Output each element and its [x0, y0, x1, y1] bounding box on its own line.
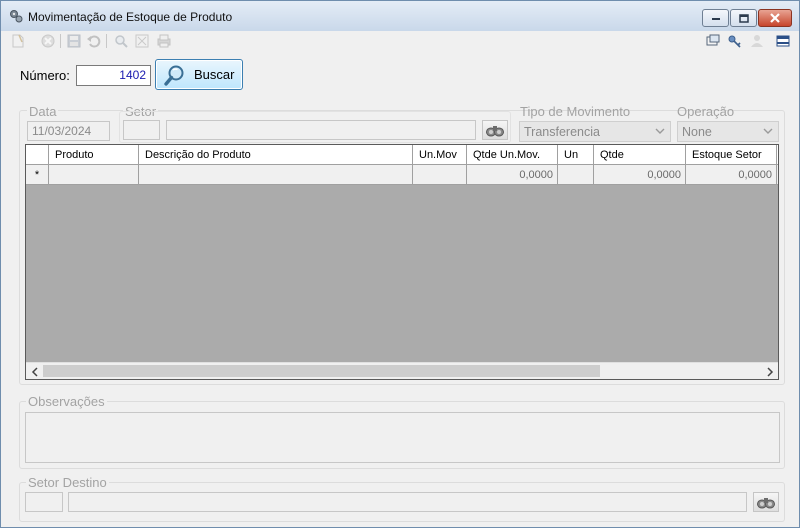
cell-descricao[interactable] [139, 165, 413, 185]
buscar-label: Buscar [194, 67, 235, 82]
expand-icon[interactable] [134, 33, 150, 49]
binoculars-icon [757, 498, 775, 509]
minimize-icon [711, 18, 720, 20]
title-bar[interactable]: Movimentação de Estoque de Produto [1, 1, 799, 31]
setor-destino-lookup-button[interactable] [753, 492, 779, 512]
new-row-marker: * [26, 165, 49, 185]
operacao-select[interactable]: None [677, 121, 779, 142]
tipo-movimento-select[interactable]: Transferencia [519, 121, 671, 142]
setor-destino-code-field[interactable] [25, 492, 63, 512]
setor-lookup-button[interactable] [482, 120, 508, 140]
operacao-value: None [682, 125, 712, 139]
chevron-left-icon [31, 366, 38, 377]
cell-un-mov[interactable] [413, 165, 467, 185]
undo-icon[interactable] [86, 33, 102, 49]
setor-code-field[interactable] [123, 120, 160, 140]
cell-estoque-setor[interactable]: 0,0000 [686, 165, 777, 185]
data-field[interactable]: 11/03/2024 [27, 121, 110, 141]
horizontal-scrollbar[interactable] [26, 362, 778, 379]
column-header-un[interactable]: Un [558, 145, 594, 165]
operacao-label: Operação [677, 104, 735, 119]
magnifier-icon [164, 65, 184, 86]
print-icon[interactable] [156, 33, 172, 49]
chevron-down-icon [763, 128, 773, 134]
products-grid[interactable]: Produto Descrição do Produto Un.Mov Qtde… [25, 144, 779, 380]
tipo-movimento-value: Transferencia [524, 125, 600, 139]
numero-input[interactable]: 1402 [76, 65, 151, 86]
key-icon[interactable] [727, 33, 743, 49]
scrollbar-thumb[interactable] [43, 365, 600, 377]
binoculars-icon [486, 126, 504, 137]
cancel-icon[interactable] [40, 33, 56, 49]
chevron-down-icon [655, 128, 665, 134]
maximize-icon [738, 13, 749, 23]
toolbar [1, 31, 799, 53]
cell-produto[interactable] [49, 165, 139, 185]
numero-label: Número: [20, 68, 70, 83]
close-icon [770, 13, 780, 23]
main-window: Movimentação de Estoque de Produto Númer… [0, 0, 800, 528]
window-title: Movimentação de Estoque de Produto [28, 10, 233, 24]
buscar-button[interactable]: Buscar [155, 59, 243, 90]
maximize-button[interactable] [730, 9, 757, 27]
data-label: Data [27, 104, 59, 119]
save-icon[interactable] [66, 33, 82, 49]
panel-icon[interactable] [775, 33, 791, 49]
grid-header: Produto Descrição do Produto Un.Mov Qtde… [26, 145, 778, 165]
new-icon[interactable] [10, 33, 26, 49]
setor-destino-name-field[interactable] [68, 492, 747, 512]
cell-un[interactable] [558, 165, 594, 185]
row-header-corner [26, 145, 49, 165]
tipo-movimento-label: Tipo de Movimento [520, 104, 631, 119]
minimize-button[interactable] [702, 9, 729, 27]
search-icon[interactable] [113, 33, 129, 49]
scroll-right-button[interactable] [762, 364, 777, 379]
column-header-descricao[interactable]: Descrição do Produto [139, 145, 413, 165]
column-header-un-mov[interactable]: Un.Mov [413, 145, 467, 165]
observacoes-textarea[interactable] [25, 412, 780, 463]
setor-destino-label: Setor Destino [26, 475, 109, 490]
column-header-qtde-un-mov[interactable]: Qtde Un.Mov. [467, 145, 558, 165]
column-header-estoque-setor[interactable]: Estoque Setor [686, 145, 777, 165]
table-row[interactable]: * 0,0000 0,0000 0,0000 [26, 165, 778, 185]
column-header-produto[interactable]: Produto [49, 145, 139, 165]
user-icon[interactable] [749, 33, 765, 49]
scroll-left-button[interactable] [27, 364, 42, 379]
column-header-qtde[interactable]: Qtde [594, 145, 686, 165]
setor-name-field[interactable] [166, 120, 476, 140]
cell-qtde[interactable]: 0,0000 [594, 165, 686, 185]
cell-qtde-un-mov[interactable]: 0,0000 [467, 165, 558, 185]
chevron-right-icon [766, 366, 773, 377]
observacoes-label: Observações [26, 394, 107, 409]
close-button[interactable] [758, 9, 792, 27]
window-icon[interactable] [705, 33, 721, 49]
app-icon [10, 10, 23, 23]
